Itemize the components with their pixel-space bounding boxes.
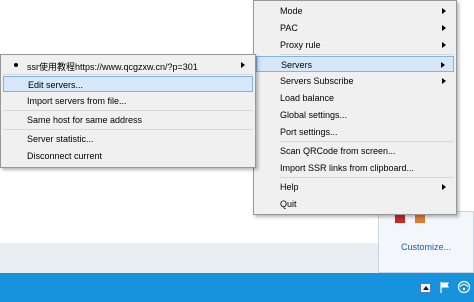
submenu-item-server-statistic[interactable]: Server statistic... — [3, 131, 253, 147]
menu-item-label: Quit — [280, 199, 297, 209]
submenu-arrow-icon — [442, 78, 446, 84]
menu-item-help[interactable]: Help — [256, 179, 454, 195]
action-center-flag-icon[interactable] — [438, 280, 452, 294]
submenu-item-disconnect-current[interactable]: Disconnect current — [3, 148, 253, 164]
customize-link[interactable]: Customize... — [401, 242, 451, 252]
context-menu: Mode PAC Proxy rule Servers Servers Subs… — [253, 0, 457, 215]
menu-item-label: Global settings... — [280, 110, 348, 120]
menu-item-label: Servers — [281, 60, 313, 70]
submenu-arrow-icon — [442, 25, 446, 31]
menu-separator — [280, 54, 454, 55]
menu-item-label: Server statistic... — [27, 134, 94, 144]
menu-item-proxy-rule[interactable]: Proxy rule — [256, 37, 454, 53]
menu-item-global-settings[interactable]: Global settings... — [256, 107, 454, 123]
submenu-item-same-host[interactable]: Same host for same address — [3, 112, 253, 128]
menu-item-import-ssr-links[interactable]: Import SSR links from clipboard... — [256, 160, 454, 176]
menu-separator — [3, 74, 253, 75]
menu-separator — [280, 177, 454, 178]
submenu-arrow-icon — [441, 62, 445, 68]
selected-bullet-icon — [14, 63, 18, 67]
menu-item-servers[interactable]: Servers — [256, 56, 454, 72]
menu-item-load-balance[interactable]: Load balance — [256, 90, 454, 106]
menu-item-port-settings[interactable]: Port settings... — [256, 124, 454, 140]
submenu-item-server-entry[interactable]: ssr使用教程https://www.qcgzxw.cn/?p=301 — [3, 57, 253, 73]
submenu-arrow-icon — [442, 184, 446, 190]
taskbar — [0, 273, 474, 302]
menu-item-label: Load balance — [280, 93, 335, 103]
servers-submenu: ssr使用教程https://www.qcgzxw.cn/?p=301 Edit… — [0, 54, 256, 168]
menu-item-label: Help — [280, 182, 299, 192]
menu-item-label: Disconnect current — [27, 151, 103, 161]
menu-item-quit[interactable]: Quit — [256, 196, 454, 212]
menu-item-label: Import SSR links from clipboard... — [280, 163, 415, 173]
submenu-arrow-icon — [241, 62, 245, 68]
menu-separator — [3, 129, 253, 130]
menu-item-pac[interactable]: PAC — [256, 20, 454, 36]
menu-separator — [3, 110, 253, 111]
notification-overflow-panel: Customize... — [378, 211, 474, 273]
menu-item-mode[interactable]: Mode — [256, 3, 454, 19]
menu-item-label: Servers Subscribe — [280, 76, 354, 86]
menu-item-label: Scan QRCode from screen... — [280, 146, 396, 156]
menu-item-label: Proxy rule — [280, 40, 321, 50]
menu-item-label: Same host for same address — [27, 115, 143, 125]
network-icon[interactable] — [457, 280, 471, 294]
submenu-item-edit-servers[interactable]: Edit servers... — [3, 76, 253, 92]
menu-item-label: Import servers from file... — [27, 96, 127, 106]
submenu-item-import-servers[interactable]: Import servers from file... — [3, 93, 253, 109]
show-hidden-icons-button[interactable] — [420, 283, 431, 293]
menu-separator — [280, 141, 454, 142]
menu-item-servers-subscribe[interactable]: Servers Subscribe — [256, 73, 454, 89]
menu-item-scan-qrcode[interactable]: Scan QRCode from screen... — [256, 143, 454, 159]
menu-item-label: Mode — [280, 6, 303, 16]
submenu-arrow-icon — [442, 8, 446, 14]
menu-item-label: Port settings... — [280, 127, 338, 137]
submenu-arrow-icon — [442, 42, 446, 48]
menu-item-label: PAC — [280, 23, 298, 33]
menu-item-label: Edit servers... — [28, 80, 84, 90]
menu-item-label: ssr使用教程https://www.qcgzxw.cn/?p=301 — [27, 62, 198, 72]
